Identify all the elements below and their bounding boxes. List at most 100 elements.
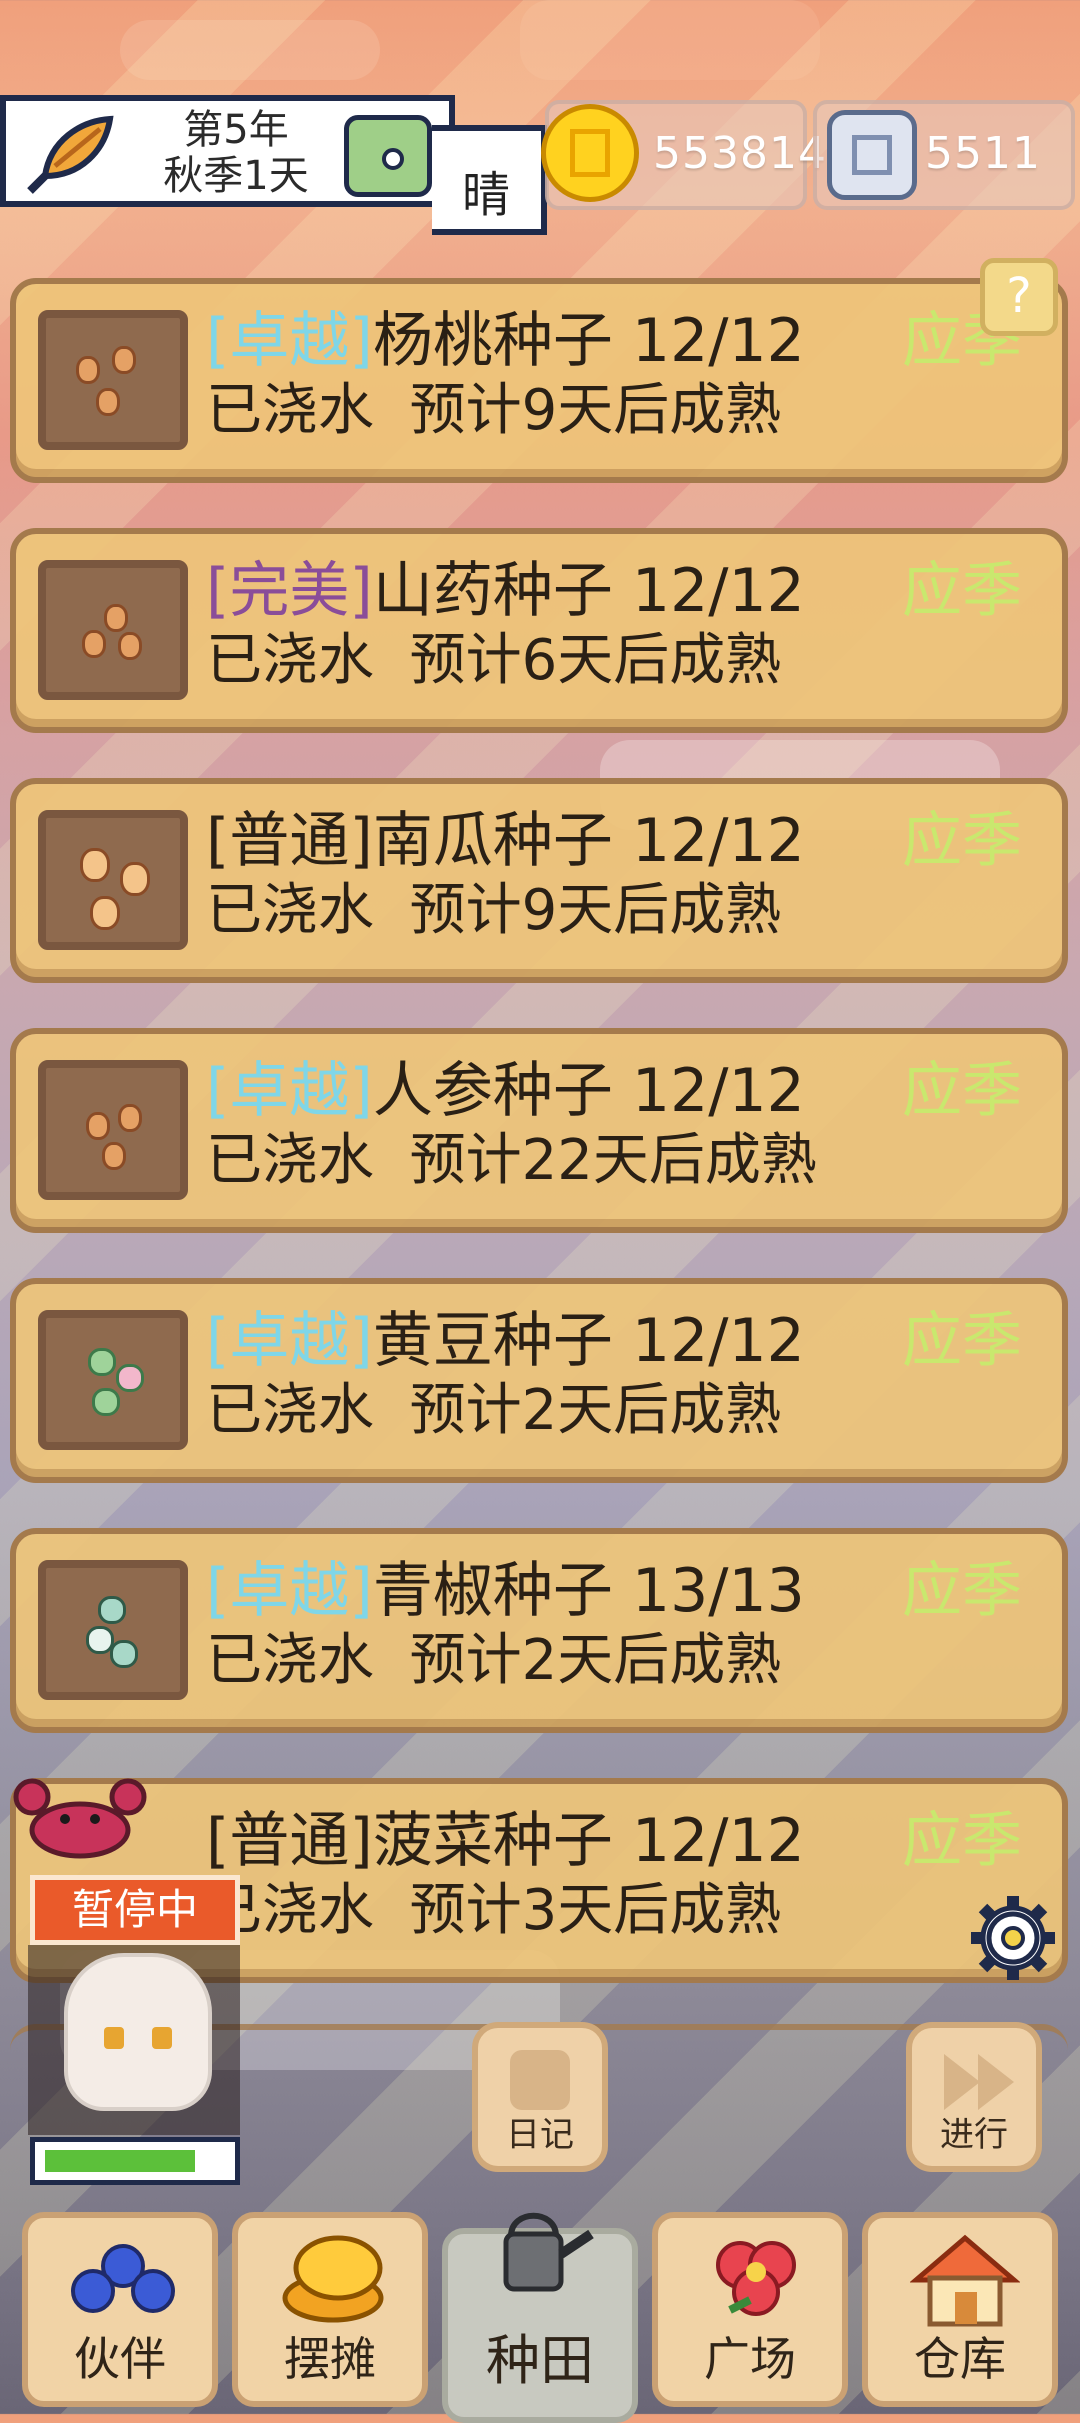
seed-icon: [38, 560, 188, 700]
crop-count: 12/12: [631, 1806, 805, 1876]
crop-status: 已浇水: [206, 878, 374, 943]
crop-count: 12/12: [631, 806, 805, 876]
gear-icon[interactable]: [965, 1890, 1061, 1986]
crop-card[interactable]: [卓越]杨桃种子 12/12 应季 已浇水 预计9天后成熟: [10, 278, 1068, 483]
flower-icon: [716, 2241, 796, 2316]
crop-quality: [完美]: [206, 556, 373, 626]
season-badge: 应季: [902, 1056, 1022, 1126]
crop-status: 已浇水: [206, 628, 374, 693]
crop-name: 人参种子: [372, 1056, 613, 1126]
crop-name: 杨桃种子: [372, 306, 613, 376]
nav-warehouse[interactable]: 仓库: [862, 2212, 1058, 2407]
crop-card[interactable]: [卓越]人参种子 12/12 应季 已浇水 预计22天后成熟: [10, 1028, 1068, 1233]
crop-title: [卓越]人参种子 12/12: [206, 1056, 805, 1126]
gold-counter: 553814: [541, 100, 826, 210]
crop-status: 已浇水: [206, 1628, 374, 1693]
season-badge: 应季: [902, 556, 1022, 626]
crop-title: [卓越]青椒种子 13/13: [206, 1556, 805, 1626]
crop-quality: [卓越]: [206, 1306, 373, 1376]
crop-status-line: 已浇水 预计9天后成熟: [206, 378, 781, 444]
nav-partner-label: 伙伴: [74, 2332, 166, 2386]
crop-count: 12/12: [631, 1056, 805, 1126]
nav-stall[interactable]: 摆摊: [232, 2212, 428, 2407]
silver-gem-icon: [827, 110, 917, 200]
gold-coin-icon: [541, 104, 639, 202]
nav-plaza-label: 广场: [704, 2332, 796, 2386]
seed-icon: [38, 1060, 188, 1200]
nav-warehouse-label: 仓库: [914, 2332, 1006, 2386]
seed-icon: [38, 810, 188, 950]
season-badge: 应季: [902, 1556, 1022, 1626]
crop-status: 已浇水: [206, 378, 374, 443]
date-panel[interactable]: 第5年 秋季1天: [0, 95, 455, 207]
help-button[interactable]: ?: [980, 258, 1058, 336]
crop-quality: [卓越]: [206, 1556, 373, 1626]
crop-eta: 预计9天后成熟: [409, 878, 782, 943]
nav-partner[interactable]: 伙伴: [22, 2212, 218, 2407]
time-toggle-button[interactable]: [344, 115, 432, 197]
crop-name: 黄豆种子: [372, 1306, 613, 1376]
crop-status-line: 已浇水 预计6天后成熟: [206, 628, 781, 694]
crop-card[interactable]: [卓越]黄豆种子 12/12 应季 已浇水 预计2天后成熟: [10, 1278, 1068, 1483]
seed-icon: [38, 1560, 188, 1700]
crop-title: [卓越]黄豆种子 12/12: [206, 1306, 805, 1376]
crop-quality: [卓越]: [206, 1056, 373, 1126]
nav-farm-label: 种田: [486, 2329, 594, 2392]
diary-button[interactable]: 日记: [472, 2022, 608, 2172]
paused-status-badge[interactable]: 暂停中: [30, 1875, 240, 1945]
crop-count: 13/13: [631, 1556, 805, 1626]
season-badge: 应季: [902, 806, 1022, 876]
crop-eta: 预计6天后成熟: [409, 628, 782, 693]
crop-card[interactable]: [完美]山药种子 12/12 应季 已浇水 预计6天后成熟: [10, 528, 1068, 733]
silver-counter: 5511: [813, 100, 1075, 210]
crop-count: 12/12: [631, 306, 805, 376]
crop-title: [完美]山药种子 12/12: [206, 556, 805, 626]
crop-status: 已浇水: [206, 1128, 374, 1193]
watering-can-icon: [503, 2212, 594, 2292]
diary-label: 日记: [506, 2115, 574, 2155]
crop-quality: [卓越]: [206, 306, 373, 376]
background-cloud: [120, 20, 380, 80]
diary-icon: [510, 2050, 570, 2110]
seed-icon: [38, 1310, 188, 1450]
crop-status-line: 已浇水 预计2天后成熟: [206, 1628, 781, 1694]
proceed-button[interactable]: 进行: [906, 2022, 1042, 2172]
crop-name: 南瓜种子: [372, 806, 613, 876]
weather-label: 晴: [462, 167, 511, 223]
crop-quality: [普通]: [206, 1806, 373, 1876]
crop-eta: 预计3天后成熟: [409, 1878, 782, 1943]
crop-count: 12/12: [631, 1306, 805, 1376]
season-badge: 应季: [902, 1806, 1022, 1876]
crop-status-line: 已浇水 预计2天后成熟: [206, 1378, 781, 1444]
crop-card[interactable]: [卓越]青椒种子 13/13 应季 已浇水 预计2天后成熟: [10, 1528, 1068, 1733]
crop-card[interactable]: [普通]南瓜种子 12/12 应季 已浇水 预计9天后成熟: [10, 778, 1068, 983]
year-label: 第5年: [183, 107, 289, 153]
crab-icon: [13, 1778, 147, 1859]
character-eye: [104, 2027, 124, 2049]
crop-title: [普通]菠菜种子 12/12: [206, 1806, 805, 1876]
crop-name: 菠菜种子: [372, 1806, 613, 1876]
gold-amount: 553814: [653, 128, 827, 179]
weather-panel: 晴: [432, 125, 547, 235]
crop-title: [普通]南瓜种子 12/12: [206, 806, 805, 876]
crop-name: 山药种子: [372, 556, 613, 626]
partner-icon: [71, 2244, 175, 2313]
crop-name: 青椒种子: [372, 1556, 613, 1626]
crop-count: 12/12: [631, 556, 805, 626]
silver-amount: 5511: [925, 128, 1041, 179]
nav-plaza[interactable]: 广场: [652, 2212, 848, 2407]
fast-forward-icon: [944, 2054, 1014, 2110]
crop-eta: 预计2天后成熟: [409, 1628, 782, 1693]
crop-quality: [普通]: [206, 806, 373, 876]
crop-status-line: 已浇水 预计9天后成熟: [206, 878, 781, 944]
crop-eta: 预计2天后成熟: [409, 1378, 782, 1443]
season-day-label: 秋季1天: [163, 153, 309, 199]
nav-farm[interactable]: 种田: [442, 2212, 638, 2423]
season-badge: 应季: [902, 1306, 1022, 1376]
background-cloud: [520, 0, 820, 80]
crop-eta: 预计9天后成熟: [409, 378, 782, 443]
character-face: [64, 1953, 212, 2111]
character-eye: [152, 2027, 172, 2049]
crop-status-line: 已浇水 预计3天后成熟: [206, 1878, 781, 1944]
character-portrait[interactable]: [28, 1945, 240, 2135]
